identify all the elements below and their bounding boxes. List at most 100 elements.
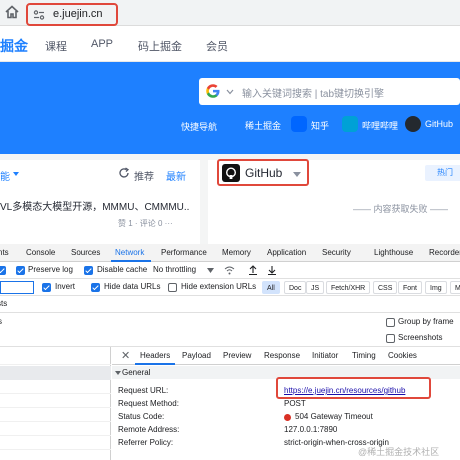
category-select[interactable]: 能: [0, 168, 10, 183]
hide-data-urls-checkbox[interactable]: [91, 283, 100, 292]
tab-preview[interactable]: Preview: [223, 351, 251, 360]
chevron-down-icon[interactable]: [207, 268, 214, 273]
upload-icon[interactable]: [248, 265, 258, 275]
status-code-key: Status Code:: [118, 412, 165, 421]
source-card: GitHub 热门 —— 内容获取失败 ——: [208, 159, 460, 244]
tab-memory[interactable]: Memory: [222, 248, 251, 257]
general-section-label: General: [122, 368, 151, 377]
status-code-value: 504 Gateway Timeout: [295, 412, 373, 421]
google-icon[interactable]: [205, 83, 221, 99]
table-row[interactable]: [0, 352, 111, 365]
hide-data-urls-label: Hide data URLs: [104, 282, 161, 291]
requests-summary-row: sts: [0, 296, 460, 313]
source-name: GitHub: [245, 166, 283, 180]
nav-item-courses[interactable]: 课程: [45, 38, 67, 54]
juejin-icon: [225, 116, 241, 132]
invert-checkbox[interactable]: [42, 283, 51, 292]
nav-item-member[interactable]: 会员: [206, 38, 228, 54]
table-row[interactable]: [0, 423, 111, 436]
address-bar[interactable]: e.juejin.cn: [26, 3, 118, 26]
referrer-policy-key: Referrer Policy:: [118, 438, 174, 447]
disable-cache-label: Disable cache: [97, 265, 148, 274]
tab-response[interactable]: Response: [264, 351, 300, 360]
request-method-key: Request Method:: [118, 399, 179, 408]
tab-network[interactable]: Network: [115, 248, 144, 257]
filter-chip-css[interactable]: CSS: [373, 281, 398, 294]
article-title[interactable]: VL多模态大模型开源，MMMU、CMMMU...: [0, 198, 190, 213]
refresh-icon[interactable]: [118, 167, 130, 179]
filter-chip-fetch-xhr[interactable]: Fetch/XHR: [326, 281, 371, 294]
article-card: 能 推荐 最新 VL多模态大模型开源，MMMU、CMMMU... 赞 1 · 评…: [0, 160, 200, 244]
hide-extension-urls-checkbox[interactable]: [168, 283, 177, 292]
site-settings-icon[interactable]: [33, 9, 45, 21]
close-icon[interactable]: ✕: [121, 349, 130, 362]
chevron-down-icon[interactable]: [12, 171, 20, 177]
quick-nav-label: 快捷导航: [181, 122, 218, 132]
filter-chip-font[interactable]: Font: [398, 281, 423, 294]
table-row[interactable]: [0, 437, 111, 450]
tab-payload[interactable]: Payload: [182, 351, 211, 360]
filter-chip-js[interactable]: JS: [306, 281, 325, 294]
wifi-icon[interactable]: [224, 265, 235, 275]
tab-performance[interactable]: Performance: [161, 248, 207, 257]
table-row[interactable]: [0, 395, 111, 408]
preserve-log-checkbox[interactable]: [16, 266, 25, 275]
tab-latest[interactable]: 最新: [166, 168, 186, 183]
download-icon[interactable]: [267, 265, 277, 275]
request-method-value: POST: [284, 399, 306, 408]
screenshots-checkbox[interactable]: [386, 334, 395, 343]
filter-chip-all[interactable]: All: [262, 281, 280, 294]
hot-button[interactable]: 热门: [425, 165, 460, 181]
table-row[interactable]: [0, 409, 111, 422]
filter-input[interactable]: [0, 281, 34, 294]
options-row: s Group by frame Screenshots: [0, 313, 460, 347]
url-text: e.juejin.cn: [53, 8, 103, 20]
filter-chip-doc[interactable]: Doc: [284, 281, 307, 294]
active-detail-tab-indicator: [135, 363, 175, 365]
chevron-down-icon[interactable]: [226, 89, 234, 95]
filter-chip-media[interactable]: Medi: [450, 281, 460, 294]
throttling-select[interactable]: No throttling: [153, 265, 196, 274]
site-logo[interactable]: 掘金: [0, 36, 28, 56]
tab-initiator[interactable]: Initiator: [312, 351, 338, 360]
empty-message: —— 内容获取失败 ——: [353, 204, 449, 214]
devtools-tabs: nts Console Sources Network Performance …: [0, 244, 460, 262]
filter-checkbox[interactable]: [0, 266, 6, 275]
github-icon: [405, 116, 421, 132]
hide-extension-urls-label: Hide extension URLs: [181, 282, 257, 291]
tab-application[interactable]: Application: [267, 248, 306, 257]
browser-toolbar: e.juejin.cn: [0, 0, 460, 26]
tab-recorder[interactable]: Recorder: [429, 248, 460, 257]
options-left-label: s: [0, 317, 2, 326]
request-url-key: Request URL:: [118, 386, 169, 395]
disable-cache-checkbox[interactable]: [84, 266, 93, 275]
tab-cookies[interactable]: Cookies: [388, 351, 417, 360]
invert-label: Invert: [55, 282, 76, 291]
table-row[interactable]: [0, 366, 111, 380]
site-header: 掘金 课程 APP 码上掘金 会员: [0, 26, 460, 62]
tab-elements[interactable]: nts: [0, 248, 9, 257]
watermark: @稀土掘金技术社区: [358, 447, 440, 457]
source-selector[interactable]: GitHub: [217, 159, 309, 186]
home-icon[interactable]: [4, 4, 20, 20]
filter-chip-img[interactable]: Img: [425, 281, 447, 294]
tab-lighthouse[interactable]: Lighthouse: [374, 248, 413, 257]
remote-address-key: Remote Address:: [118, 425, 180, 434]
article-meta: 赞 1 · 评论 0 ···: [118, 219, 173, 228]
search-banner: [0, 62, 460, 154]
tab-recommended[interactable]: 推荐: [134, 168, 154, 183]
tab-sources[interactable]: Sources: [71, 248, 100, 257]
tab-headers[interactable]: Headers: [140, 351, 170, 360]
nav-item-app[interactable]: APP: [91, 38, 113, 50]
remote-address-value: 127.0.0.1:7890: [284, 425, 338, 434]
group-by-frame-checkbox[interactable]: [386, 318, 395, 327]
collapse-triangle-icon[interactable]: [115, 371, 121, 375]
github-icon: [222, 164, 240, 182]
search-input[interactable]: 输入关键词搜索 | tab键切换引擎: [199, 78, 460, 105]
tab-security[interactable]: Security: [322, 248, 351, 257]
tab-console[interactable]: Console: [26, 248, 55, 257]
nav-item-code[interactable]: 码上掘金: [138, 38, 182, 54]
tab-timing[interactable]: Timing: [352, 351, 376, 360]
table-row[interactable]: [0, 381, 111, 394]
preserve-log-label: Preserve log: [28, 265, 73, 274]
